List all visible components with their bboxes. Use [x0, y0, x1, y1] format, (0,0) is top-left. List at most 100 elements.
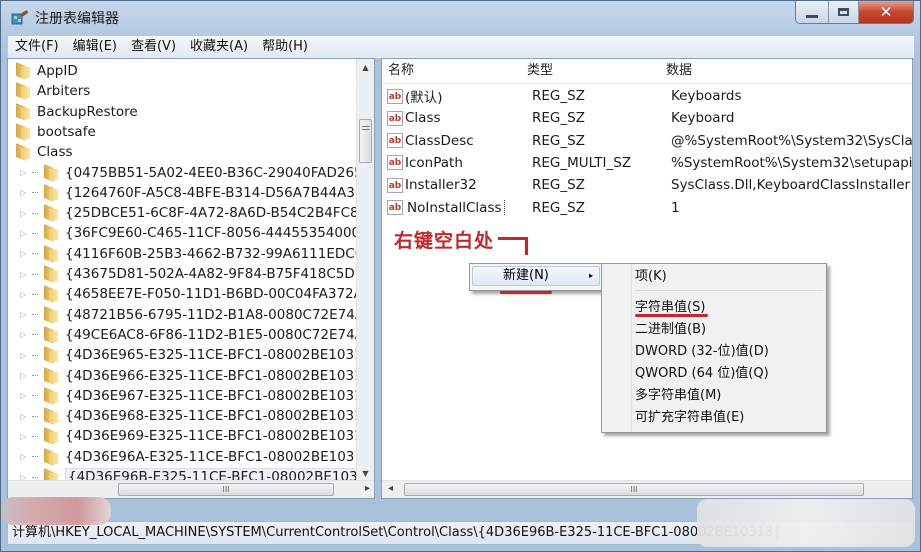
tree-connector: [32, 273, 38, 275]
tree-item-label: {4D36E968-E325-11CE-BFC1-08002BE10318}: [65, 408, 375, 425]
expand-arrow-icon[interactable]: ▷: [20, 371, 30, 380]
scroll-right-arrow-icon[interactable]: ▸: [365, 483, 370, 494]
tree-item[interactable]: ▷ {4D36E966-E325-11CE-BFC1-08002BE10318}: [20, 366, 374, 386]
tree-item-label: {4D36E967-E325-11CE-BFC1-08002BE10318}: [65, 387, 375, 404]
registry-tree[interactable]: AppID Arbiters BackupRestore bootsafe Class ▷…: [7, 58, 375, 499]
tree-item[interactable]: ▷ {4D36E968-E325-11CE-BFC1-08002BE10318}: [20, 406, 375, 426]
tree-item-label: AppID: [37, 63, 78, 79]
menu-bar: 文件(F) 编辑(E) 查看(V) 收藏夹(A) 帮助(H): [7, 35, 915, 59]
tree-item[interactable]: bootsafe: [14, 122, 96, 142]
value-data: @%SystemRoot%\System32\SysClass.Dll,-300…: [671, 132, 912, 149]
expand-arrow-icon[interactable]: ▷: [20, 330, 30, 339]
folder-icon: [42, 369, 59, 383]
tree-item[interactable]: Arbiters: [14, 81, 90, 101]
value-name-text: ClassDesc: [405, 132, 474, 149]
tree-vertical-scroll-thumb[interactable]: [359, 119, 372, 163]
new-submenu: 项(K) 字符串值(S) 二进制值(B) DWORD (32-位)值(D) QW…: [601, 263, 827, 433]
value-name-text: Installer32: [405, 177, 477, 194]
value-row[interactable]: ab Installer32 REG_SZ SysClass.Dll,Keyboard…: [382, 174, 912, 196]
list-horizontal-scrollbar[interactable]: ◂ III: [382, 480, 912, 498]
value-row[interactable]: ab Class REG_SZ Keyboard: [382, 107, 912, 129]
tree-item[interactable]: ▷ {25DBCE51-6C8F-4A72-8A6D-B54C2B4FC835}: [20, 203, 375, 223]
value-type: REG_SZ: [532, 132, 585, 149]
tree-item[interactable]: ▷ {36FC9E60-C465-11CF-8056-444553540000}: [20, 223, 374, 243]
tree-item[interactable]: ▷ {0475BB51-5A02-4EE0-B36C-29040FAD2650}: [20, 163, 375, 183]
tree-item[interactable]: ▷ {43675D81-502A-4A82-9F84-B75F418C5DEA}: [20, 264, 375, 284]
column-header-type[interactable]: 类型: [521, 59, 660, 83]
tree-item[interactable]: ▷ {4D36E96A-E325-11CE-BFC1-08002BE10318}: [20, 447, 374, 467]
tree-item[interactable]: Class: [14, 142, 73, 162]
submenu-item-key[interactable]: 项(K): [635, 267, 667, 287]
list-horizontal-scroll-thumb[interactable]: III: [404, 483, 864, 496]
tree-item-label: {0475BB51-5A02-4EE0-B36C-29040FAD2650}: [65, 164, 375, 181]
expand-arrow-icon[interactable]: ▷: [20, 391, 30, 400]
menu-view[interactable]: 查看(V): [124, 37, 183, 57]
tree-item[interactable]: AppID: [14, 61, 78, 81]
expand-arrow-icon[interactable]: ▷: [20, 432, 30, 441]
submenu-item-expandable-string-value[interactable]: 可扩充字符串值(E): [635, 408, 744, 428]
folder-icon: [42, 308, 59, 322]
value-row[interactable]: ab IconPath REG_MULTI_SZ %SystemRoot%\Syste…: [382, 152, 912, 174]
tree-item-label: {25DBCE51-6C8F-4A72-8A6D-B54C2B4FC835}: [65, 205, 375, 222]
expand-arrow-icon[interactable]: ▷: [20, 209, 30, 218]
context-menu-new[interactable]: 新建(N) ▸: [472, 266, 600, 286]
menu-edit[interactable]: 编辑(E): [66, 37, 124, 57]
string-value-icon: ab: [387, 88, 403, 104]
column-header-name[interactable]: 名称: [382, 59, 521, 83]
string-value-icon: ab: [387, 155, 403, 171]
menu-file[interactable]: 文件(F): [8, 37, 66, 57]
tree-item[interactable]: ▷ {4658EE7E-F050-11D1-B6BD-00C04FA372A7}: [20, 284, 374, 304]
tree-connector: [32, 456, 38, 458]
expand-arrow-icon[interactable]: ▷: [20, 351, 30, 360]
expand-arrow-icon[interactable]: ▷: [20, 310, 30, 319]
submenu-item-binary-value[interactable]: 二进制值(B): [635, 320, 706, 340]
expand-arrow-icon[interactable]: ▷: [20, 188, 30, 197]
tree-item[interactable]: ▷ {4D36E965-E325-11CE-BFC1-08002BE10318}: [20, 345, 375, 365]
maximize-button[interactable]: [829, 1, 859, 23]
tree-item-label: {4D36E965-E325-11CE-BFC1-08002BE10318}: [65, 347, 375, 364]
regedit-window: 注册表编辑器 ✕ 文件(F) 编辑(E) 查看(V) 收藏夹(A) 帮助(H) …: [0, 0, 921, 552]
expand-arrow-icon[interactable]: ▷: [20, 412, 30, 421]
scroll-up-arrow-icon[interactable]: ▲: [357, 59, 374, 76]
value-row[interactable]: ab NoInstallClass REG_SZ 1: [382, 197, 912, 219]
column-header-data[interactable]: 数据: [660, 59, 912, 83]
tree-item[interactable]: ▷ {48721B56-6795-11D2-B1A8-0080C72E74A2}: [20, 305, 374, 325]
submenu-item-qword-value[interactable]: QWORD (64 位)值(Q): [635, 364, 769, 384]
scroll-left-arrow-icon[interactable]: ◂: [388, 483, 393, 494]
tree-horizontal-scrollbar[interactable]: III ▸: [8, 480, 374, 498]
menu-favorites[interactable]: 收藏夹(A): [183, 37, 255, 57]
annotation-line: [498, 237, 528, 240]
tree-item[interactable]: BackupRestore: [14, 102, 138, 122]
close-button[interactable]: ✕: [859, 1, 913, 23]
tree-horizontal-scroll-thumb[interactable]: III: [118, 483, 334, 496]
tree-connector: [32, 435, 38, 437]
expand-arrow-icon[interactable]: ▷: [20, 270, 30, 279]
tree-item[interactable]: ▷ {1264760F-A5C8-4BFE-B314-D56A7B44A362}: [20, 183, 374, 203]
tree-item[interactable]: ▷ {4D36E967-E325-11CE-BFC1-08002BE10318}: [20, 386, 375, 406]
tree-item-label: {4116F60B-25B3-4662-B732-99A6111EDC0B}: [65, 245, 375, 262]
expand-arrow-icon[interactable]: ▷: [20, 229, 30, 238]
tree-vertical-scrollbar[interactable]: ▲ ▼: [356, 59, 374, 482]
expand-arrow-icon[interactable]: ▷: [20, 290, 30, 299]
string-value-icon: ab: [387, 200, 403, 215]
tree-item-label: {43675D81-502A-4A82-9F84-B75F418C5DEA}: [65, 266, 375, 282]
minimize-button[interactable]: [796, 1, 829, 23]
annotation-underline-string-value: [635, 314, 708, 317]
string-value-icon: ab: [387, 133, 403, 149]
title-bar[interactable]: 注册表编辑器 ✕: [1, 1, 920, 35]
submenu-item-dword-value[interactable]: DWORD (32-位)值(D): [635, 342, 769, 362]
menu-help[interactable]: 帮助(H): [255, 37, 315, 57]
expand-arrow-icon[interactable]: ▷: [20, 168, 30, 177]
value-row[interactable]: ab ClassDesc REG_SZ @%SystemRoot%\System32\…: [382, 130, 912, 152]
value-name: Class: [405, 110, 532, 126]
tree-item[interactable]: ▷ {4116F60B-25B3-4662-B732-99A6111EDC0B}: [20, 244, 375, 264]
minimize-icon: [806, 14, 818, 18]
folder-icon: [42, 328, 59, 342]
folder-icon: [42, 267, 59, 281]
submenu-item-multi-string-value[interactable]: 多字符串值(M): [635, 386, 721, 406]
expand-arrow-icon[interactable]: ▷: [20, 452, 30, 461]
tree-item[interactable]: ▷ {49CE6AC8-6F86-11D2-B1E5-0080C72E74A2}: [20, 325, 374, 345]
tree-item[interactable]: ▷ {4D36E969-E325-11CE-BFC1-08002BE10318}: [20, 426, 374, 446]
value-row[interactable]: ab (默认) REG_SZ Keyboards: [382, 85, 912, 107]
expand-arrow-icon[interactable]: ▷: [20, 249, 30, 258]
